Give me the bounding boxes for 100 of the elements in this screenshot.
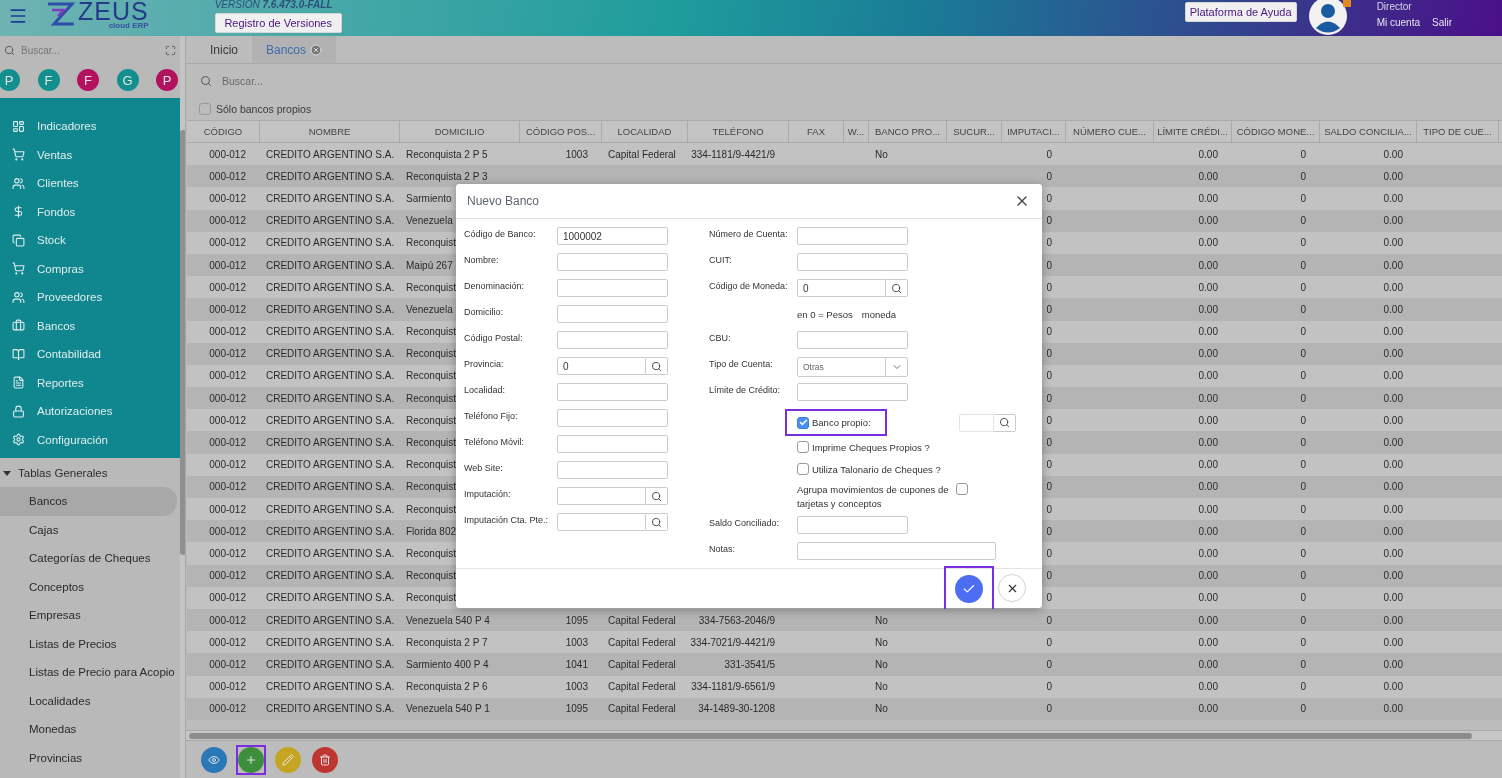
table-cell: 0 <box>1300 303 1306 315</box>
table-cell: Reconquist <box>406 370 457 382</box>
table-cell: Capital Federal <box>608 636 676 648</box>
table-cell: Reconquist <box>406 592 457 604</box>
table-cell: 000-012 <box>209 148 246 160</box>
table-cell: 000-012 <box>209 192 246 204</box>
table-cell: 0 <box>1300 592 1306 604</box>
table-cell: No <box>875 148 888 160</box>
field-label: Denominación: <box>464 280 526 291</box>
table-cell: CREDITO ARGENTINO S.A. <box>266 525 395 537</box>
table-cell: CREDITO ARGENTINO S.A. <box>266 392 395 404</box>
field-label: Provincia: <box>464 358 505 369</box>
table-cell: 1003 <box>565 681 588 693</box>
field-label: Código de Moneda: <box>709 280 789 291</box>
table-cell: 0 <box>1300 148 1306 160</box>
field-label: Saldo Conciliado: <box>709 517 781 528</box>
checkbox-label: Sólo bancos propios <box>216 103 312 115</box>
field-label: Código de Banco: <box>464 228 537 239</box>
checkbox-label: Agrupa movimientos de cupones de tarjetas y conceptos <box>797 483 950 511</box>
table-cell: 000-012 <box>209 658 246 670</box>
table-cell: Reconquist <box>406 281 457 293</box>
dialog-title: Nuevo Banco <box>467 194 540 208</box>
table-cell: 0 <box>1046 237 1052 249</box>
field-label: CUIT: <box>709 254 733 265</box>
checkbox-label: Utiliza Talonario de Cheques ? <box>812 463 941 475</box>
table-cell: 0 <box>1300 414 1306 426</box>
table-cell: CREDITO ARGENTINO S.A. <box>266 503 395 515</box>
table-cell: 0 <box>1046 592 1052 604</box>
table-cell: 34-1489-30-1208 <box>698 703 775 715</box>
table-cell: 0 <box>1046 658 1052 670</box>
table-cell: 0 <box>1300 703 1306 715</box>
table-cell: 000-012 <box>209 237 246 249</box>
logo-tagline: cloud ERP <box>107 22 149 30</box>
table-cell: 0 <box>1300 326 1306 338</box>
table-cell: 0 <box>1046 681 1052 693</box>
table-cell: 0.00 <box>1383 614 1403 626</box>
table-cell: Reconquist <box>406 414 457 426</box>
table-cell: 0.00 <box>1383 348 1403 360</box>
table-cell: 0.00 <box>1383 326 1403 338</box>
table-cell: 0 <box>1300 570 1306 582</box>
table-cell: 000-012 <box>209 215 246 227</box>
table-cell: 0 <box>1300 348 1306 360</box>
table-cell: 0.00 <box>1383 392 1403 404</box>
table-cell: 000-012 <box>209 437 246 449</box>
table-cell: 0 <box>1046 437 1052 449</box>
table-cell: 0.00 <box>1383 703 1403 715</box>
table-cell: Capital Federal <box>608 148 676 160</box>
table-cell: 0.00 <box>1198 192 1218 204</box>
table-cell: 0.00 <box>1383 259 1403 271</box>
hint-text: en 0 = Pesos <box>797 309 853 322</box>
table-cell: 0 <box>1300 237 1306 249</box>
field-label: Notas: <box>709 543 736 554</box>
table-cell: Reconquista 2 P 7 <box>406 636 488 648</box>
table-cell: 0 <box>1046 414 1052 426</box>
table-cell: 0 <box>1300 192 1306 204</box>
table-cell: CREDITO ARGENTINO S.A. <box>266 481 395 493</box>
table-cell: Reconquist <box>406 459 457 471</box>
table-cell: 000-012 <box>209 348 246 360</box>
table-cell: Venezuela <box>406 303 453 315</box>
table-cell: 0 <box>1300 392 1306 404</box>
table-cell: Sarmiento 400 P 4 <box>406 658 489 670</box>
field-label: Número de Cuenta: <box>709 228 789 239</box>
table-cell: 0.00 <box>1383 525 1403 537</box>
table-cell: 000-012 <box>209 481 246 493</box>
table-cell: 000-012 <box>209 547 246 559</box>
table-cell: 0 <box>1300 547 1306 559</box>
table-cell: 0.00 <box>1198 525 1218 537</box>
table-cell: CREDITO ARGENTINO S.A. <box>266 148 395 160</box>
table-cell: 0.00 <box>1383 592 1403 604</box>
table-cell: 0.00 <box>1383 192 1403 204</box>
table-cell: 000-012 <box>209 259 246 271</box>
table-cell: 0.00 <box>1383 459 1403 471</box>
table-cell: 0 <box>1046 170 1052 182</box>
table-cell: 0.00 <box>1198 459 1218 471</box>
table-cell: 0.00 <box>1198 348 1218 360</box>
table-cell: 0.00 <box>1383 370 1403 382</box>
table-cell: 0.00 <box>1198 703 1218 715</box>
table-cell: 0 <box>1300 459 1306 471</box>
table-cell: CREDITO ARGENTINO S.A. <box>266 281 395 293</box>
table-cell: 0.00 <box>1198 437 1218 449</box>
table-cell: 0.00 <box>1383 148 1403 160</box>
table-cell: Reconquist <box>406 481 457 493</box>
table-cell: 334-7021/9-4421/9 <box>690 636 775 648</box>
table-cell: 334-1181/9-4421/9 <box>691 148 775 160</box>
table-cell: Venezuela 540 P 1 <box>406 703 490 715</box>
table-cell: Reconquist <box>406 326 457 338</box>
table-cell: Reconquista 2 P 3 <box>406 170 488 182</box>
table-cell: 000-012 <box>209 392 246 404</box>
logo-text: ZEUS <box>78 0 149 22</box>
table-cell: 000-012 <box>209 281 246 293</box>
table-cell: 0 <box>1300 681 1306 693</box>
checkbox-label: Imprime Cheques Propios ? <box>812 441 930 453</box>
table-cell: 0.00 <box>1383 681 1403 693</box>
table-cell: 1041 <box>565 658 588 670</box>
field-label: Localidad: <box>464 384 507 395</box>
table-cell: Venezuela 540 P 4 <box>406 614 490 626</box>
table-cell: 0 <box>1300 370 1306 382</box>
table-cell: 000-012 <box>209 703 246 715</box>
table-cell: 000-012 <box>209 303 246 315</box>
field-label: Domicilio: <box>464 306 504 317</box>
